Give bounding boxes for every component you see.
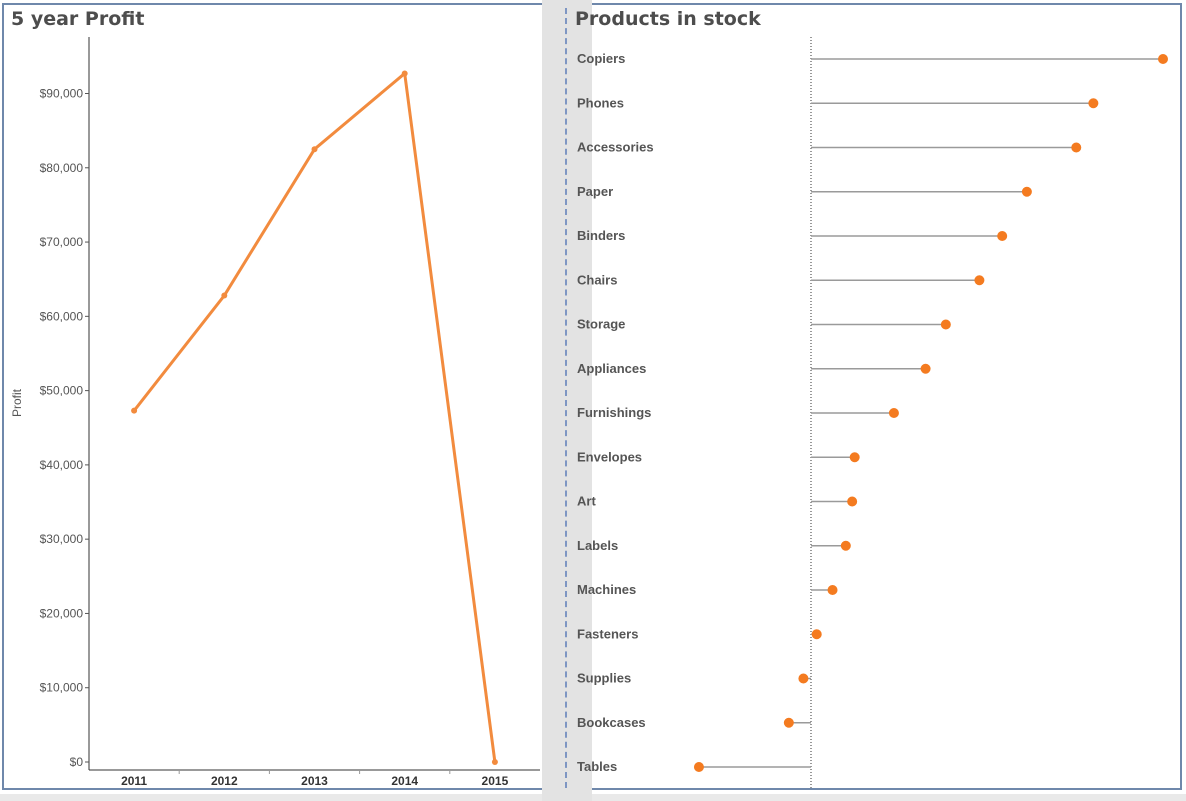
lollipop-dot [827, 585, 838, 595]
category-label: Fasteners [577, 626, 638, 641]
lollipop-dot [940, 319, 951, 330]
lollipop-dot [798, 673, 809, 684]
lollipop-dot [888, 408, 899, 418]
category-label: Appliances [577, 361, 646, 376]
category-label: Accessories [577, 140, 654, 155]
lollipop-dot [783, 717, 794, 728]
category-label: Supplies [577, 671, 631, 686]
products-lollipop-chart: Copiers Phones Accessories Paper Binders Chai… [577, 37, 1168, 790]
category-label: Copiers [577, 51, 625, 66]
lollipop-dot [811, 629, 822, 640]
category-label: Chairs [577, 272, 617, 287]
lollipop-dot [840, 540, 851, 551]
lollipop-dot [1158, 54, 1168, 64]
lollipop-dot [847, 496, 858, 507]
lollipop-dot [693, 762, 704, 772]
category-label: Machines [577, 582, 636, 597]
lollipop-dot [997, 231, 1008, 241]
category-label: Paper [577, 184, 613, 199]
category-label: Phones [577, 95, 624, 110]
category-label: Furnishings [577, 405, 651, 420]
category-label: Envelopes [577, 449, 642, 464]
category-label: Bookcases [577, 715, 646, 730]
category-label: Labels [577, 538, 618, 553]
lollipop-dot [849, 452, 860, 463]
category-label: Tables [577, 759, 617, 774]
lollipop-dot [974, 275, 985, 286]
lollipop-dot [920, 363, 931, 374]
lollipop-dot [1088, 98, 1099, 109]
lollipop-dot [1021, 186, 1032, 197]
category-label: Art [577, 494, 596, 509]
category-label: Binders [577, 228, 625, 243]
lollipop-dot [1071, 142, 1082, 153]
category-label: Storage [577, 317, 625, 332]
